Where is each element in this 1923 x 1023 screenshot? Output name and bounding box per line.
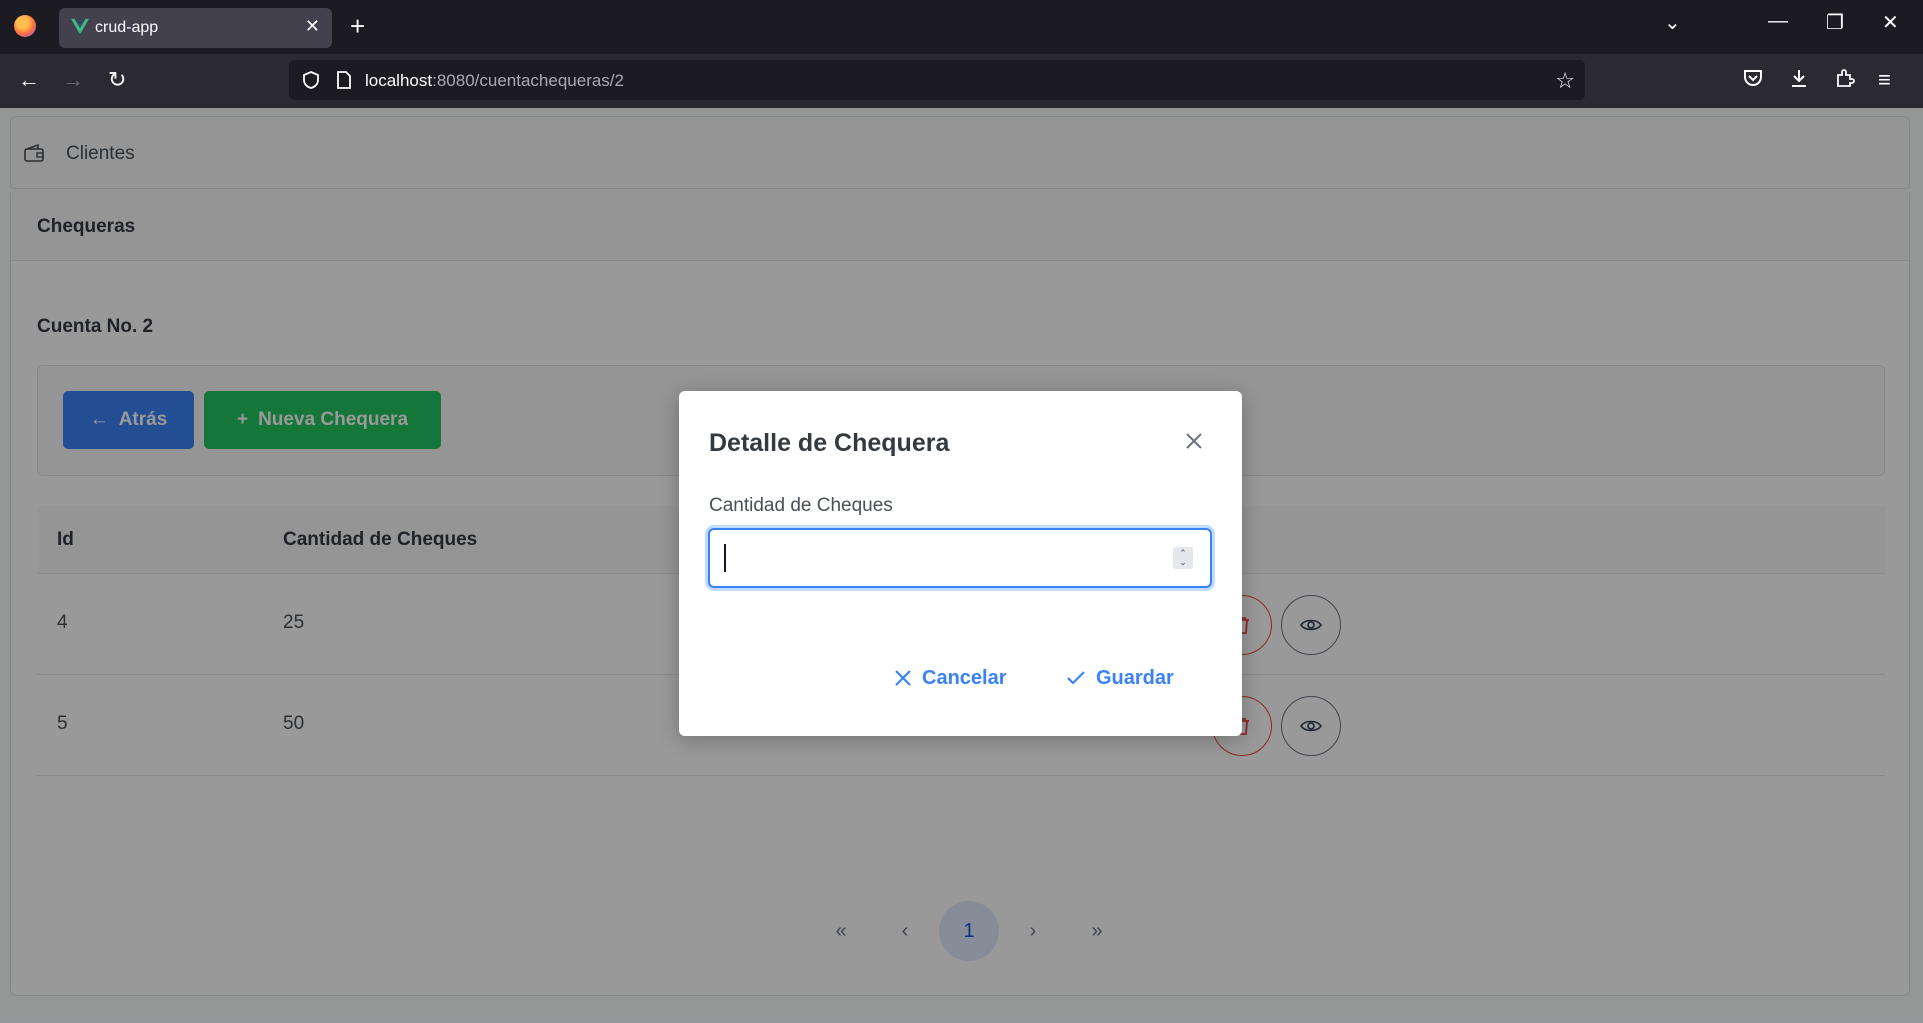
downloads-icon[interactable] [1788, 67, 1810, 95]
dialog-title: Detalle de Chequera [709, 429, 950, 457]
window-restore-icon[interactable]: ❐ [1826, 10, 1844, 35]
window-close-icon[interactable]: ✕ [1882, 10, 1899, 35]
browser-tab-bar: crud-app ✕ + ⌄ — ❐ ✕ [0, 0, 1923, 54]
back-arrow-icon[interactable]: ← [18, 67, 40, 93]
cantidad-field-label: Cantidad de Cheques [709, 495, 893, 516]
save-button-label: Guardar [1096, 666, 1174, 689]
bookmark-star-icon[interactable]: ☆ [1555, 68, 1575, 94]
tab-close-icon[interactable]: ✕ [305, 16, 320, 37]
save-button[interactable]: Guardar [1066, 663, 1174, 693]
tracking-shield-icon[interactable] [301, 70, 321, 95]
browser-tab[interactable]: crud-app ✕ [59, 8, 332, 48]
reload-icon[interactable]: ↻ [108, 67, 126, 93]
number-spinner-icon[interactable]: ⌃ ⌄ [1173, 547, 1193, 569]
firefox-logo-icon[interactable] [14, 15, 36, 37]
window-minimize-icon[interactable]: — [1768, 10, 1788, 33]
extensions-icon[interactable] [1834, 67, 1856, 95]
check-icon [1067, 671, 1085, 685]
cancel-button[interactable]: Cancelar [894, 663, 1007, 693]
cancel-button-label: Cancelar [922, 666, 1007, 689]
dialog-close-icon[interactable] [1180, 427, 1208, 455]
text-cursor [724, 544, 726, 572]
new-tab-icon[interactable]: + [350, 12, 365, 40]
forward-arrow-icon[interactable]: → [62, 67, 84, 93]
menu-hamburger-icon[interactable]: ≡ [1878, 67, 1891, 93]
chequera-detail-dialog: Detalle de Chequera Cantidad de Cheques … [679, 391, 1242, 736]
x-icon [895, 670, 911, 686]
url-host: localhost [365, 71, 433, 90]
url-path: :8080/cuentachequeras/2 [432, 71, 624, 90]
url-bar[interactable]: localhost:8080/cuentachequeras/2 ☆ [289, 60, 1585, 100]
cantidad-cheques-input[interactable] [708, 528, 1212, 588]
tab-title: crud-app [95, 19, 159, 36]
vue-favicon-icon [71, 18, 89, 35]
page-info-icon[interactable] [335, 70, 353, 95]
tab-list-chevron-icon[interactable]: ⌄ [1664, 10, 1681, 35]
url-text[interactable]: localhost:8080/cuentachequeras/2 [365, 71, 624, 91]
pocket-icon[interactable] [1742, 67, 1764, 95]
